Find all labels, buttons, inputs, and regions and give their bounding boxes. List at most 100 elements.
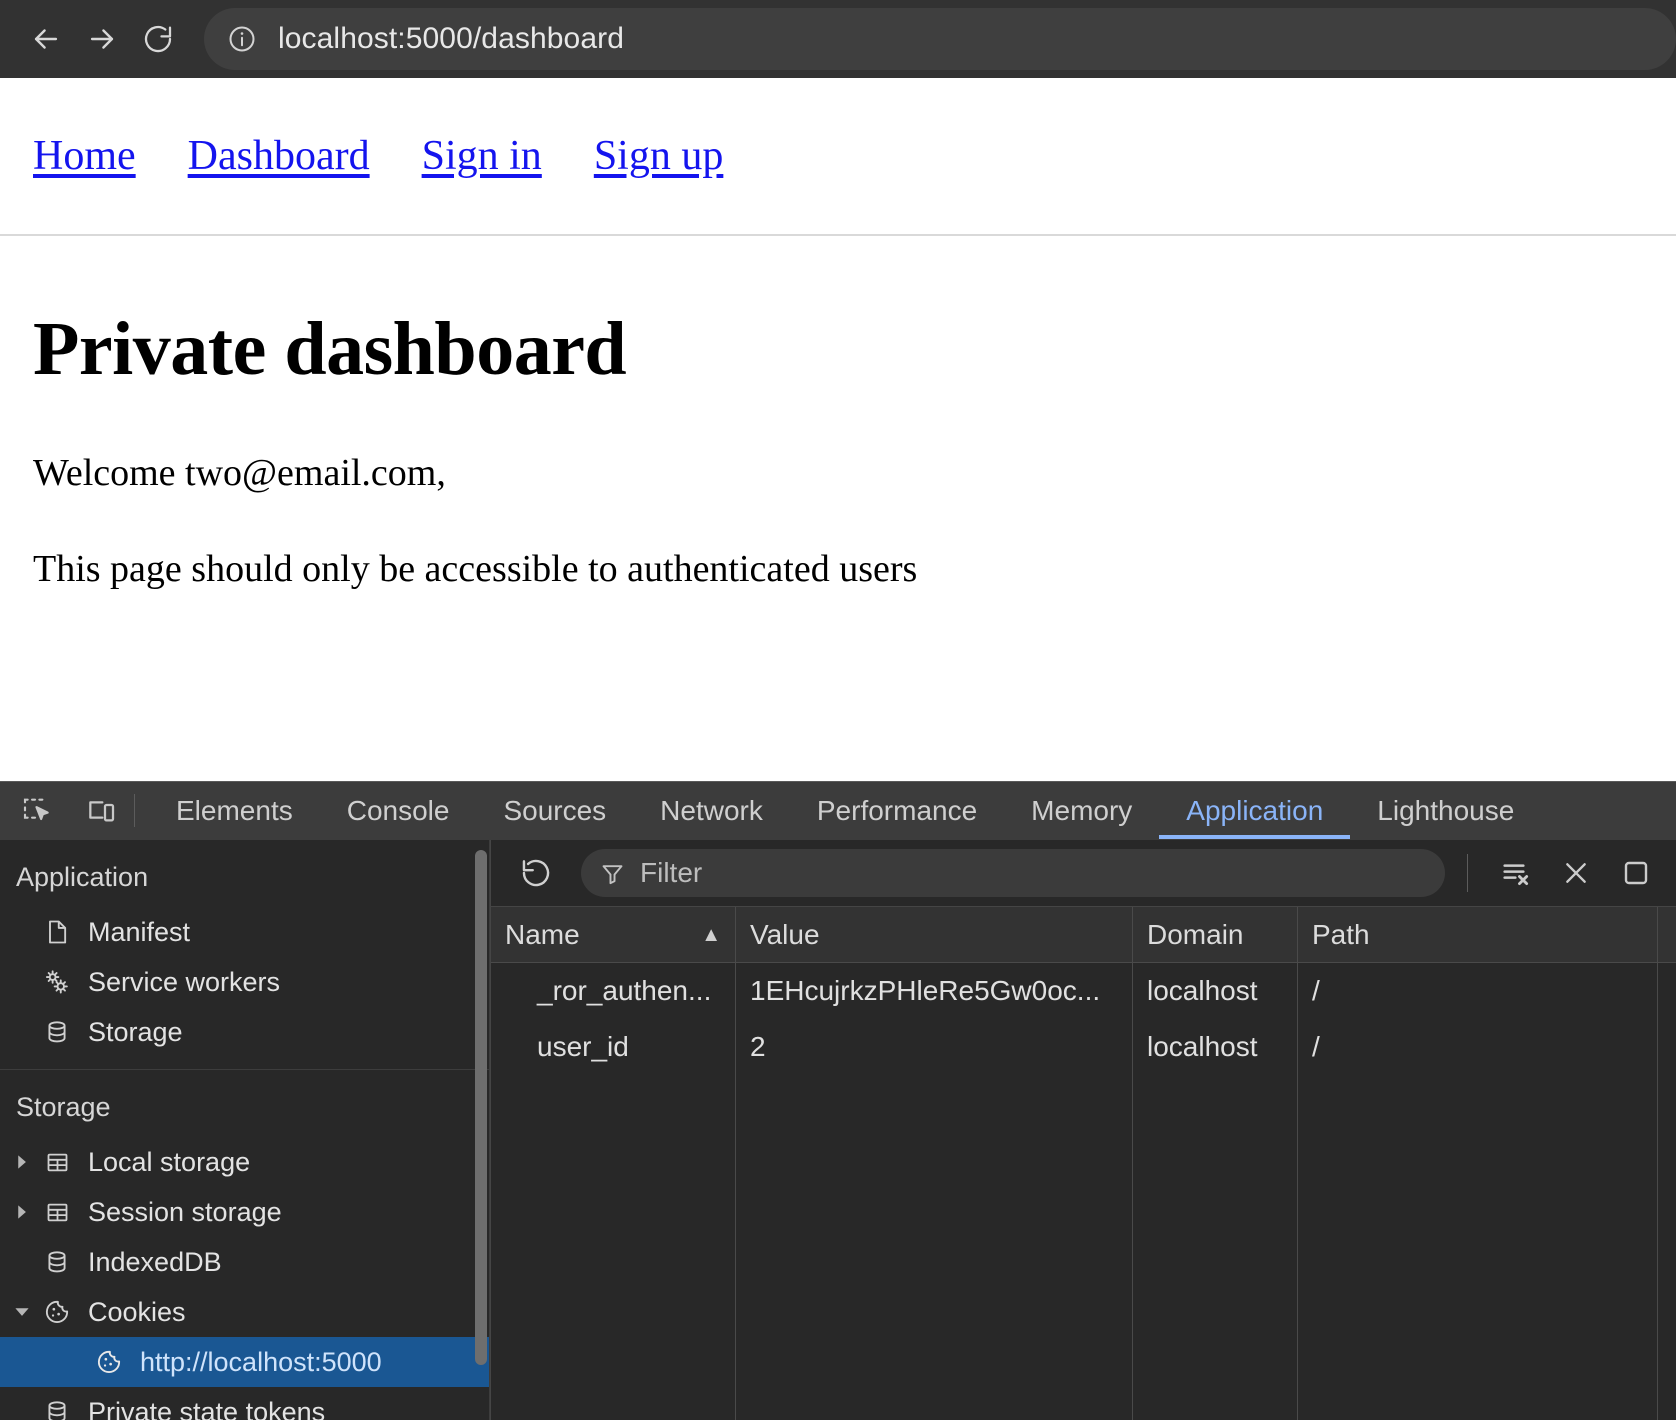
sidebar-item-label: IndexedDB	[88, 1246, 222, 1277]
filter-input[interactable]: Filter	[581, 849, 1445, 897]
cookies-table: Name ▲ Value Domain Path _ror_authen... …	[491, 906, 1676, 1420]
tab-memory[interactable]: Memory	[1004, 782, 1159, 839]
empty-column-domain	[1133, 1075, 1298, 1420]
cell-domain: localhost	[1133, 963, 1298, 1019]
sidebar-item-label: Manifest	[88, 916, 191, 947]
tab-application[interactable]: Application	[1159, 782, 1351, 839]
tab-network[interactable]: Network	[633, 782, 790, 839]
filter-placeholder: Filter	[640, 857, 703, 888]
cookies-panel: Filter Name ▲ Value Domain Path _ror_aut…	[490, 840, 1676, 1420]
database-icon	[36, 1018, 78, 1046]
storage-section: Storage Local storage Session storage In…	[0, 1070, 490, 1420]
browser-toolbar: localhost:5000/dashboard	[0, 0, 1676, 78]
sidebar-item-storage[interactable]: Storage	[0, 1007, 490, 1057]
devtools-tabbar: Elements Console Sources Network Perform…	[0, 782, 1676, 840]
sidebar-item-service-workers[interactable]: Service workers	[0, 957, 490, 1007]
table-body: _ror_authen... 1EHcujrkzPHleRe5Gw0oc... …	[491, 963, 1676, 1420]
cell-domain: localhost	[1133, 1019, 1298, 1075]
sidebar-item-label: Private state tokens	[88, 1396, 326, 1420]
chevron-right-icon[interactable]	[8, 1203, 36, 1221]
nav-link-sign-up[interactable]: Sign up	[594, 132, 724, 180]
tab-performance[interactable]: Performance	[790, 782, 1004, 839]
back-icon[interactable]	[18, 11, 74, 67]
sidebar-item-session-storage[interactable]: Session storage	[0, 1187, 490, 1237]
sidebar-item-label: Session storage	[88, 1196, 282, 1227]
column-header-value[interactable]: Value	[736, 907, 1133, 962]
page-content: Home Dashboard Sign in Sign up Private d…	[0, 78, 1676, 1420]
gears-icon	[36, 967, 78, 997]
sidebar-item-label: http://localhost:5000	[140, 1346, 382, 1377]
cell-path: /	[1298, 963, 1658, 1019]
welcome-message: Welcome two@email.com,	[33, 452, 446, 494]
site-navigation: Home Dashboard Sign in Sign up	[0, 78, 1676, 236]
devtools-tabs: Elements Console Sources Network Perform…	[149, 782, 1541, 839]
sidebar-item-label: Service workers	[88, 966, 281, 997]
sidebar-item-cookies[interactable]: Cookies	[0, 1287, 490, 1337]
page-title: Private dashboard	[33, 307, 627, 391]
sidebar-item-label: Storage	[88, 1016, 183, 1047]
application-section: Application Manifest Service workers Sto…	[0, 840, 490, 1070]
column-header-domain[interactable]: Domain	[1133, 907, 1298, 962]
application-section-title: Application	[16, 862, 149, 892]
empty-column-path	[1298, 1075, 1658, 1420]
cell-name: _ror_authen...	[491, 963, 736, 1019]
sidebar-scrollbar[interactable]	[475, 850, 487, 1365]
chevron-down-icon[interactable]	[8, 1303, 36, 1321]
forward-icon[interactable]	[74, 11, 130, 67]
cell-value: 2	[736, 1019, 1133, 1075]
toolbar-divider	[134, 794, 135, 827]
cell-path: /	[1298, 1019, 1658, 1075]
empty-column-name	[491, 1075, 736, 1420]
nav-link-home[interactable]: Home	[33, 132, 136, 180]
refresh-icon[interactable]	[511, 848, 561, 898]
devtools-tool-icons	[0, 782, 124, 839]
sidebar-item-manifest[interactable]: Manifest	[0, 907, 490, 957]
sidebar-item-indexeddb[interactable]: IndexedDB	[0, 1237, 490, 1287]
empty-column-value	[736, 1075, 1133, 1420]
inspect-element-icon[interactable]	[14, 788, 60, 834]
table-row[interactable]: _ror_authen... 1EHcujrkzPHleRe5Gw0oc... …	[491, 963, 1676, 1019]
table-empty-area	[491, 1075, 1676, 1420]
sidebar-item-cookies-localhost[interactable]: http://localhost:5000	[0, 1337, 490, 1387]
nav-link-sign-in[interactable]: Sign in	[422, 132, 542, 180]
sidebar-item-label: Local storage	[88, 1146, 251, 1177]
column-header-name[interactable]: Name ▲	[491, 907, 736, 962]
cell-name: user_id	[491, 1019, 736, 1075]
sidebar-divider	[489, 840, 490, 1420]
application-sidebar: Application Manifest Service workers Sto…	[0, 840, 490, 1420]
table-icon	[36, 1149, 78, 1176]
show-preview-icon[interactable]	[1610, 847, 1662, 899]
close-x-icon[interactable]	[1550, 847, 1602, 899]
database-icon	[36, 1248, 78, 1276]
toolbar-divider	[1467, 854, 1468, 892]
sidebar-item-private-state-tokens[interactable]: Private state tokens	[0, 1387, 490, 1420]
nav-link-dashboard[interactable]: Dashboard	[188, 132, 370, 180]
cookies-toolbar: Filter	[491, 840, 1676, 906]
clear-all-icon[interactable]	[1490, 847, 1542, 899]
sidebar-item-local-storage[interactable]: Local storage	[0, 1137, 490, 1187]
storage-section-title: Storage	[16, 1092, 111, 1122]
funnel-icon	[599, 860, 626, 887]
site-info-icon[interactable]	[220, 17, 264, 61]
table-header-row: Name ▲ Value Domain Path	[491, 907, 1676, 963]
cookie-icon	[88, 1348, 130, 1376]
page-body: Private dashboard Welcome two@email.com,…	[0, 306, 1676, 591]
table-icon	[36, 1199, 78, 1226]
tab-lighthouse[interactable]: Lighthouse	[1350, 782, 1541, 839]
column-header-path[interactable]: Path	[1298, 907, 1658, 962]
chevron-right-icon[interactable]	[8, 1153, 36, 1171]
tab-console[interactable]: Console	[320, 782, 477, 839]
cookie-icon	[36, 1298, 78, 1326]
reload-icon[interactable]	[130, 11, 186, 67]
document-icon	[36, 918, 78, 946]
cell-value: 1EHcujrkzPHleRe5Gw0oc...	[736, 963, 1133, 1019]
device-toolbar-icon[interactable]	[78, 788, 124, 834]
database-icon	[36, 1398, 78, 1420]
access-notice: This page should only be accessible to a…	[33, 548, 918, 590]
devtools-panel: Elements Console Sources Network Perform…	[0, 781, 1676, 1420]
tab-sources[interactable]: Sources	[476, 782, 633, 839]
tab-elements[interactable]: Elements	[149, 782, 320, 839]
table-row[interactable]: user_id 2 localhost /	[491, 1019, 1676, 1075]
address-bar[interactable]: localhost:5000/dashboard	[204, 8, 1676, 70]
address-bar-url: localhost:5000/dashboard	[278, 22, 624, 55]
